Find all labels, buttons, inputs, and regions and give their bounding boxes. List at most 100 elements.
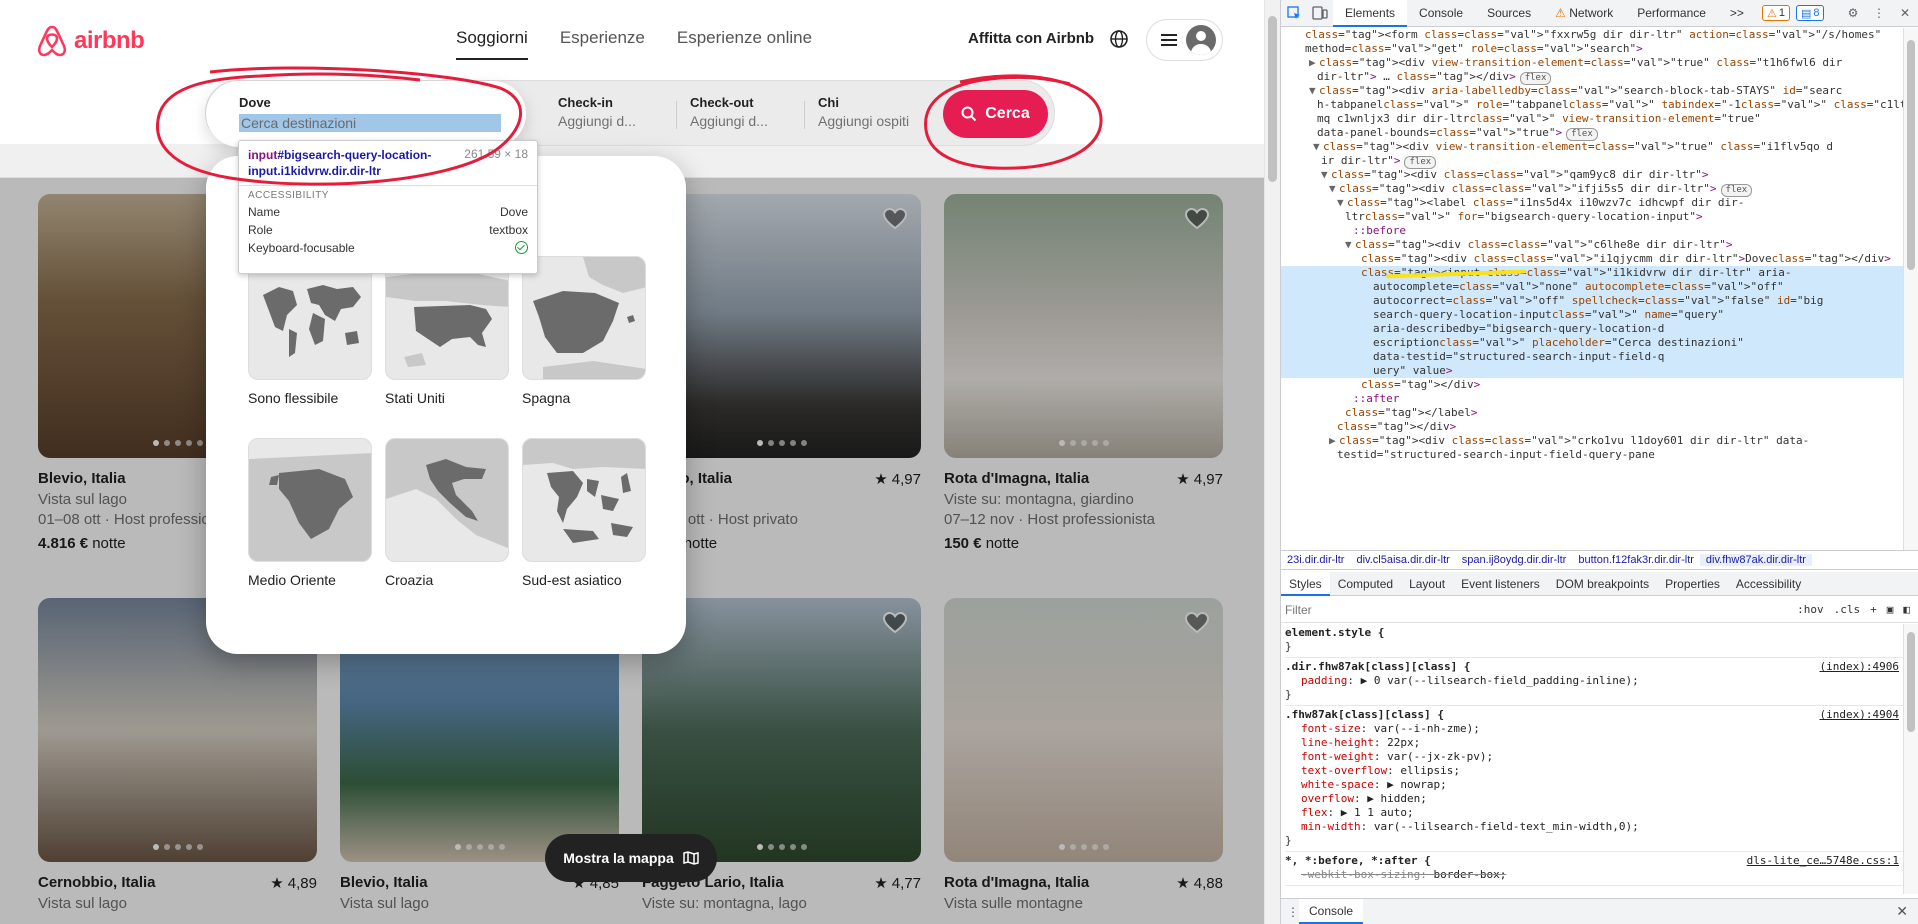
dom-node-line[interactable]: class="tag"><form class=class="val">"fxx… bbox=[1281, 28, 1903, 42]
region-southeast-asia[interactable]: Sud-est asiatico bbox=[522, 438, 646, 588]
page-scrollbar-thumb[interactable] bbox=[1268, 16, 1277, 182]
region-united-states[interactable]: Stati Uniti bbox=[385, 256, 509, 406]
subtab-styles[interactable]: Styles bbox=[1281, 571, 1330, 596]
dom-node-line[interactable]: aria-describedby="bigsearch-query-locati… bbox=[1281, 322, 1903, 336]
css-rule[interactable]: .fhw87ak[class][class] {(index):4904 font… bbox=[1285, 706, 1903, 852]
subtab-computed[interactable]: Computed bbox=[1330, 572, 1401, 596]
elements-scrollbar[interactable] bbox=[1903, 28, 1918, 550]
subtab-properties[interactable]: Properties bbox=[1657, 572, 1728, 596]
tab-elements[interactable]: Elements bbox=[1333, 0, 1408, 27]
search-button[interactable]: Cerca bbox=[943, 90, 1048, 138]
styles-scrollbar-thumb[interactable] bbox=[1907, 632, 1915, 732]
destination-search-input[interactable] bbox=[239, 114, 501, 132]
dom-node-line[interactable]: ▼ class="tag"><label class="i1ns5d4x i10w… bbox=[1281, 196, 1903, 210]
dom-node-line[interactable]: ▶ class="tag"><div view-transition-elemen… bbox=[1281, 56, 1903, 70]
breadcrumb-item[interactable]: button.f12fak3r.dir.dir-ltr bbox=[1572, 554, 1700, 566]
airbnb-logo[interactable]: airbnb bbox=[36, 24, 145, 58]
settings-gear-icon[interactable]: ⚙ bbox=[1840, 0, 1866, 27]
where-field[interactable]: Dove bbox=[206, 81, 526, 147]
show-map-button[interactable]: Mostra la mappa bbox=[545, 834, 717, 882]
dom-node-line[interactable]: method=class="val">"get" role=class="val… bbox=[1281, 42, 1903, 56]
tab-esperienze[interactable]: Esperienze bbox=[560, 28, 645, 60]
dom-node-line[interactable]: autocomplete=class="val">"none" autocomp… bbox=[1281, 280, 1903, 294]
tab-network[interactable]: ⚠ Network bbox=[1543, 0, 1625, 27]
css-rule[interactable]: element.style {} bbox=[1285, 624, 1903, 658]
paint-icon[interactable]: ▣ bbox=[1887, 603, 1894, 616]
checkout-field[interactable]: Check-out Aggiungi d... bbox=[690, 81, 800, 147]
css-source-link[interactable]: (index):4906 bbox=[1820, 660, 1903, 674]
dom-node-line[interactable]: ▼ class="tag"><div class=class="val">"qam… bbox=[1281, 168, 1903, 182]
dom-node-line[interactable]: testid="structured-search-input-field-qu… bbox=[1281, 448, 1903, 462]
dom-node-line[interactable]: ltrclass="val">" for="bigsearch-query-lo… bbox=[1281, 210, 1903, 224]
dom-node-line[interactable]: class="tag"></label> bbox=[1281, 406, 1903, 420]
css-declaration[interactable]: font-weight: var(--jx-zk-pv); bbox=[1285, 750, 1903, 764]
css-declaration[interactable]: text-overflow: ellipsis; bbox=[1285, 764, 1903, 778]
css-declaration[interactable]: -webkit-box-sizing: border-box; bbox=[1285, 868, 1903, 882]
css-declaration[interactable]: white-space: ▶ nowrap; bbox=[1285, 778, 1903, 792]
drawer-menu-icon[interactable]: ⋮ bbox=[1287, 905, 1299, 919]
elements-scrollbar-thumb[interactable] bbox=[1907, 40, 1915, 270]
dom-node-line[interactable]: data-testid="structured-search-input-fie… bbox=[1281, 350, 1903, 364]
tab-performance[interactable]: Performance bbox=[1625, 0, 1718, 27]
styles-pane[interactable]: element.style {} .dir.fhw87ak[class][clas… bbox=[1281, 624, 1903, 894]
profile-menu-button[interactable] bbox=[1146, 19, 1223, 61]
subtab-accessibility[interactable]: Accessibility bbox=[1728, 572, 1809, 596]
dom-node-line[interactable]: ::after bbox=[1281, 392, 1903, 406]
region-flexible[interactable]: Sono flessibile bbox=[248, 256, 372, 406]
dom-node-line[interactable]: class="tag"><div class=class="val">"i1qj… bbox=[1281, 252, 1903, 266]
styles-filter-input[interactable] bbox=[1285, 602, 1745, 617]
dom-node-line[interactable]: ir dir-ltr"> flex bbox=[1281, 154, 1903, 169]
dom-node-line[interactable]: mq c1wnljx3 dir dir-ltrclass="val">" vie… bbox=[1281, 112, 1903, 126]
dom-node-line[interactable]: uery" value> bbox=[1281, 364, 1903, 378]
breadcrumb-item[interactable]: div.cl5aisa.dir.dir-ltr bbox=[1350, 554, 1455, 566]
guests-field[interactable]: Chi Aggiungi ospiti bbox=[818, 81, 928, 147]
dom-node-line[interactable]: ▼ class="tag"><div view-transition-elemen… bbox=[1281, 140, 1903, 154]
elements-tree[interactable]: class="tag"><form class=class="val">"fxx… bbox=[1281, 28, 1903, 550]
more-tabs-button[interactable]: >> bbox=[1718, 0, 1756, 27]
styles-scrollbar[interactable] bbox=[1903, 624, 1918, 894]
messages-badge[interactable]: ▤ 8 bbox=[1795, 5, 1825, 21]
css-declaration[interactable]: line-height: 22px; bbox=[1285, 736, 1903, 750]
close-icon[interactable]: ✕ bbox=[1896, 903, 1918, 920]
tab-soggiorni[interactable]: Soggiorni bbox=[456, 28, 528, 60]
sidebar-toggle-icon[interactable]: ◧ bbox=[1903, 603, 1910, 616]
subtab-dom-breakpoints[interactable]: DOM breakpoints bbox=[1548, 572, 1657, 596]
region-croatia[interactable]: Croazia bbox=[385, 438, 509, 588]
subtab-event-listeners[interactable]: Event listeners bbox=[1453, 572, 1548, 596]
css-declaration[interactable]: flex: ▶ 1 1 auto; bbox=[1285, 806, 1903, 820]
dom-node-line[interactable]: ▶ class="tag"><div class=class="val">"crk… bbox=[1281, 434, 1903, 448]
breadcrumb-item[interactable]: 23i.dir.dir-ltr bbox=[1281, 554, 1350, 566]
dom-node-line[interactable]: dir-ltr"> … class="tag"></div> flex bbox=[1281, 70, 1903, 85]
host-link[interactable]: Affitta con Airbnb bbox=[968, 30, 1094, 47]
globe-icon[interactable] bbox=[1108, 28, 1130, 50]
region-middle-east[interactable]: Medio Oriente bbox=[248, 438, 372, 588]
dom-node-line[interactable]: ▼ class="tag"><div class=class="val">"c6l… bbox=[1281, 238, 1903, 252]
css-declaration[interactable]: min-width: var(--lilsearch-field-text_mi… bbox=[1285, 820, 1903, 834]
dom-node-line[interactable]: class="tag"></div> bbox=[1281, 378, 1903, 392]
css-rule[interactable]: .dir.fhw87ak[class][class] {(index):4906… bbox=[1285, 658, 1903, 706]
dom-node-line[interactable]: h-tabpanelclass="val">" role="tabpanelcl… bbox=[1281, 98, 1903, 112]
dom-node-line[interactable]: search-query-location-inputclass="val">"… bbox=[1281, 308, 1903, 322]
page-scrollbar[interactable] bbox=[1264, 0, 1280, 924]
css-declaration[interactable]: overflow: ▶ hidden; bbox=[1285, 792, 1903, 806]
css-declaration[interactable]: padding: ▶ 0 var(--lilsearch-field_paddi… bbox=[1285, 674, 1903, 688]
dom-node-line[interactable]: class="tag"></div> bbox=[1281, 420, 1903, 434]
css-source-link[interactable]: dls-lite_ce…5748e.css:1 bbox=[1747, 854, 1903, 868]
add-rule-icon[interactable]: + bbox=[1870, 603, 1877, 616]
checkin-field[interactable]: Check-in Aggiungi d... bbox=[558, 81, 678, 147]
dom-node-line[interactable]: data-panel-bounds=class="val">"true"> fle… bbox=[1281, 126, 1903, 141]
dom-node-line[interactable]: class="tag"><input class=class="val">"i1… bbox=[1281, 266, 1903, 280]
dom-node-line[interactable]: autocorrect=class="val">"off" spellcheck… bbox=[1281, 294, 1903, 308]
device-toolbar-icon[interactable] bbox=[1307, 0, 1333, 27]
class-toggle[interactable]: .cls bbox=[1834, 603, 1861, 616]
region-spain[interactable]: Spagna bbox=[522, 256, 646, 406]
css-source-link[interactable]: (index):4904 bbox=[1820, 708, 1903, 722]
dom-node-line[interactable]: ::before bbox=[1281, 224, 1903, 238]
warnings-badge[interactable]: ⚠ 1 bbox=[1761, 5, 1790, 21]
css-declaration[interactable]: font-size: var(--i-nh-zme); bbox=[1285, 722, 1903, 736]
breadcrumb-item[interactable]: span.ij8oydg.dir.dir-ltr bbox=[1456, 554, 1573, 566]
kebab-menu-icon[interactable]: ⋮ bbox=[1866, 0, 1892, 27]
tab-esperienze-online[interactable]: Esperienze online bbox=[677, 28, 812, 60]
subtab-layout[interactable]: Layout bbox=[1401, 572, 1453, 596]
inspect-element-icon[interactable] bbox=[1281, 0, 1307, 27]
